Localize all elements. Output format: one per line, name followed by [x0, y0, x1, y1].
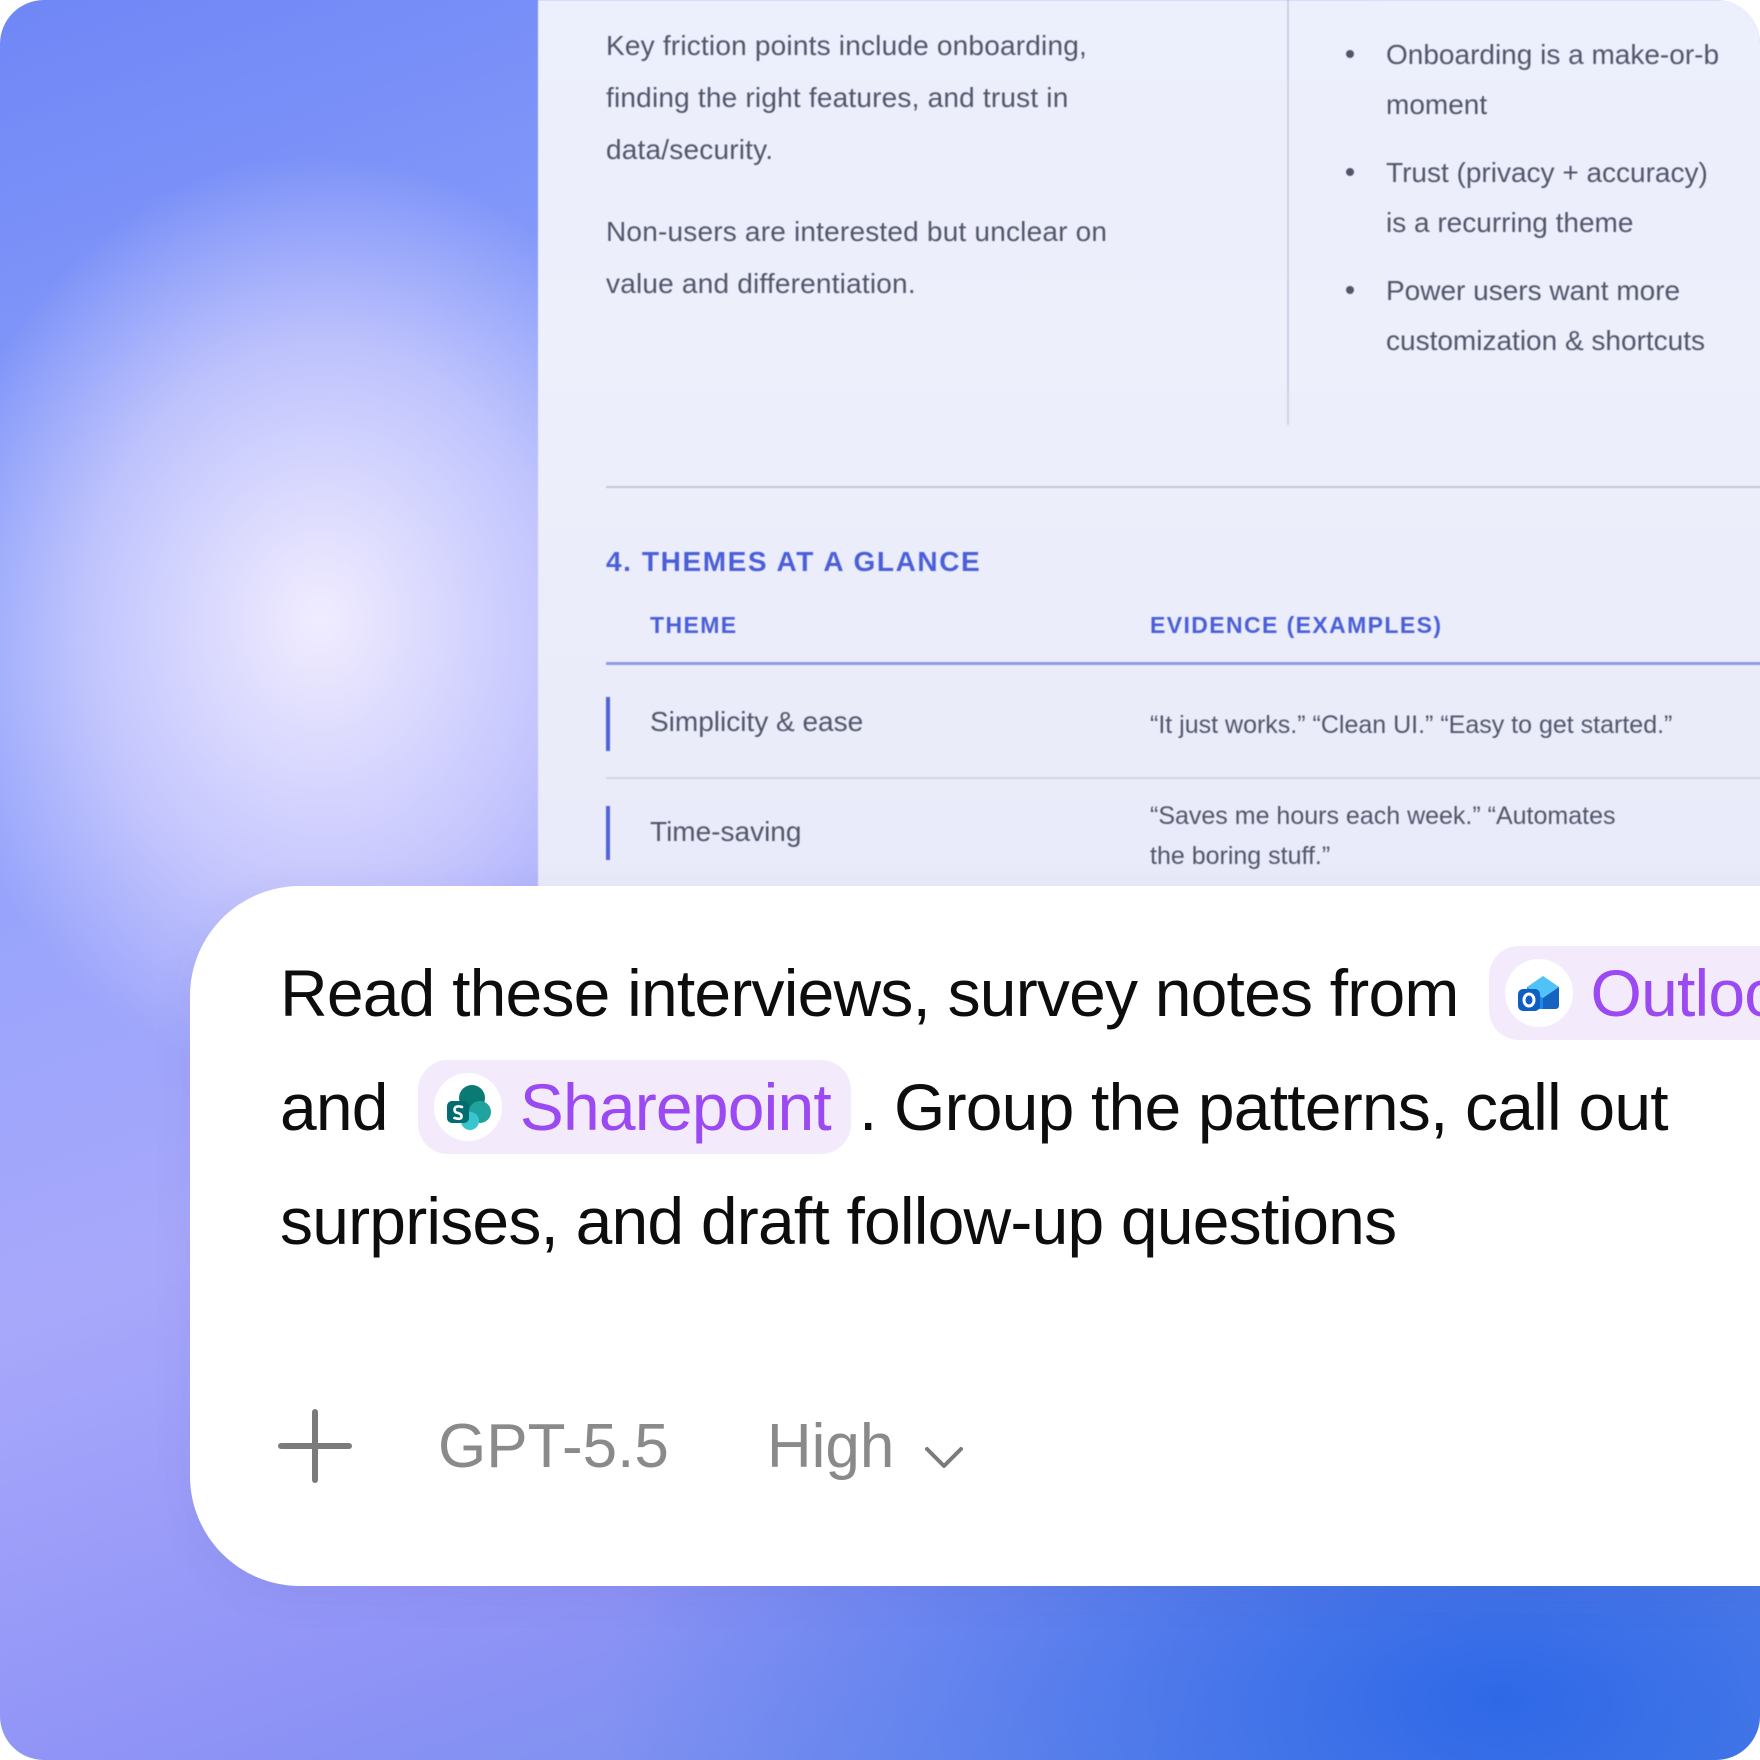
- bullet-line: Trust (privacy + accuracy): [1386, 157, 1708, 188]
- table-row-marker: [606, 806, 610, 860]
- prompt-line: surprises, and draft follow-up questions: [280, 1164, 1760, 1278]
- paragraph-line: Non-users are interested but unclear on: [606, 216, 1108, 247]
- table-header-rule: [606, 662, 1760, 665]
- app-stage: Key friction points include onboarding, …: [0, 0, 1760, 1760]
- non-users-paragraph: Non-users are interested but unclear on …: [606, 206, 1107, 310]
- bullet-dot: [1346, 168, 1354, 176]
- bullet-item: Trust (privacy + accuracy) is a recurrin…: [1338, 148, 1760, 248]
- section-divider: [606, 486, 1760, 488]
- bullet-line: moment: [1386, 89, 1488, 120]
- outlook-chip[interactable]: Outlook: [1488, 946, 1760, 1040]
- section-title: 4. THEMES AT A GLANCE: [606, 546, 982, 577]
- sharepoint-icon: [433, 1073, 502, 1141]
- bullet-item: Onboarding is a make-or-b moment: [1338, 30, 1760, 130]
- effort-label: High: [766, 1411, 895, 1481]
- column-divider: [1287, 0, 1289, 425]
- prompt-segment: Read these interviews, survey notes from: [280, 956, 1459, 1030]
- paragraph-line: finding the right features, and trust in: [606, 82, 1069, 113]
- prompt-text[interactable]: Read these interviews, survey notes from…: [280, 936, 1760, 1278]
- paragraph-line: data/security.: [606, 134, 774, 165]
- insight-bullets: Onboarding is a make-or-b moment Trust (…: [1338, 30, 1760, 384]
- background-document: Key friction points include onboarding, …: [538, 0, 1760, 900]
- composer-toolbar: GPT-5.5 High: [278, 1406, 964, 1486]
- evidence-line: “Saves me hours each week.” “Automates: [1150, 802, 1616, 830]
- model-selector[interactable]: GPT-5.5: [438, 1411, 669, 1482]
- bullet-item: Power users want more customization & sh…: [1338, 266, 1760, 366]
- chevron-down-icon: [924, 1414, 964, 1485]
- table-header-evidence: EVIDENCE (EXAMPLES): [1150, 612, 1443, 638]
- paragraph-line: Key friction points include onboarding,: [606, 30, 1087, 61]
- prompt-line: and Sharepoint . Group the patterns, cal…: [280, 1050, 1760, 1164]
- table-cell-theme: Time-saving: [650, 816, 802, 847]
- outlook-icon: [1504, 959, 1573, 1027]
- prompt-segment: surprises, and draft follow-up questions: [280, 1184, 1397, 1258]
- table-cell-evidence: “Saves me hours each week.” “Automates t…: [1150, 796, 1615, 876]
- bullet-line: Onboarding is a make-or-b: [1386, 39, 1720, 70]
- table-row-rule: [606, 777, 1760, 779]
- effort-selector[interactable]: High: [767, 1408, 965, 1485]
- plus-icon[interactable]: [278, 1409, 352, 1483]
- bullet-line: customization & shortcuts: [1386, 325, 1706, 356]
- bullet-line: Power users want more: [1386, 275, 1681, 306]
- table-header-theme: THEME: [650, 612, 738, 638]
- table-cell-evidence: “It just works.” “Clean UI.” “Easy to ge…: [1150, 705, 1672, 745]
- table-row-marker: [606, 697, 610, 751]
- evidence-line: the boring stuff.”: [1150, 842, 1331, 870]
- table-cell-theme: Simplicity & ease: [650, 706, 864, 737]
- outlook-chip-label: Outlook: [1590, 956, 1760, 1030]
- sharepoint-chip-label: Sharepoint: [519, 1070, 832, 1144]
- paragraph-line: value and differentiation.: [606, 268, 916, 299]
- bullet-dot: [1346, 50, 1354, 58]
- friction-paragraph: Key friction points include onboarding, …: [606, 20, 1087, 176]
- bullet-line: is a recurring theme: [1386, 207, 1634, 238]
- bullet-dot: [1346, 286, 1354, 294]
- sharepoint-chip[interactable]: Sharepoint: [417, 1060, 851, 1154]
- evidence-line: “It just works.” “Clean UI.” “Easy to ge…: [1150, 711, 1673, 739]
- prompt-segment: and: [280, 1070, 389, 1144]
- prompt-composer[interactable]: Read these interviews, survey notes from…: [190, 886, 1760, 1586]
- prompt-segment: . Group the patterns, call out: [858, 1070, 1669, 1144]
- prompt-line: Read these interviews, survey notes from…: [280, 936, 1760, 1050]
